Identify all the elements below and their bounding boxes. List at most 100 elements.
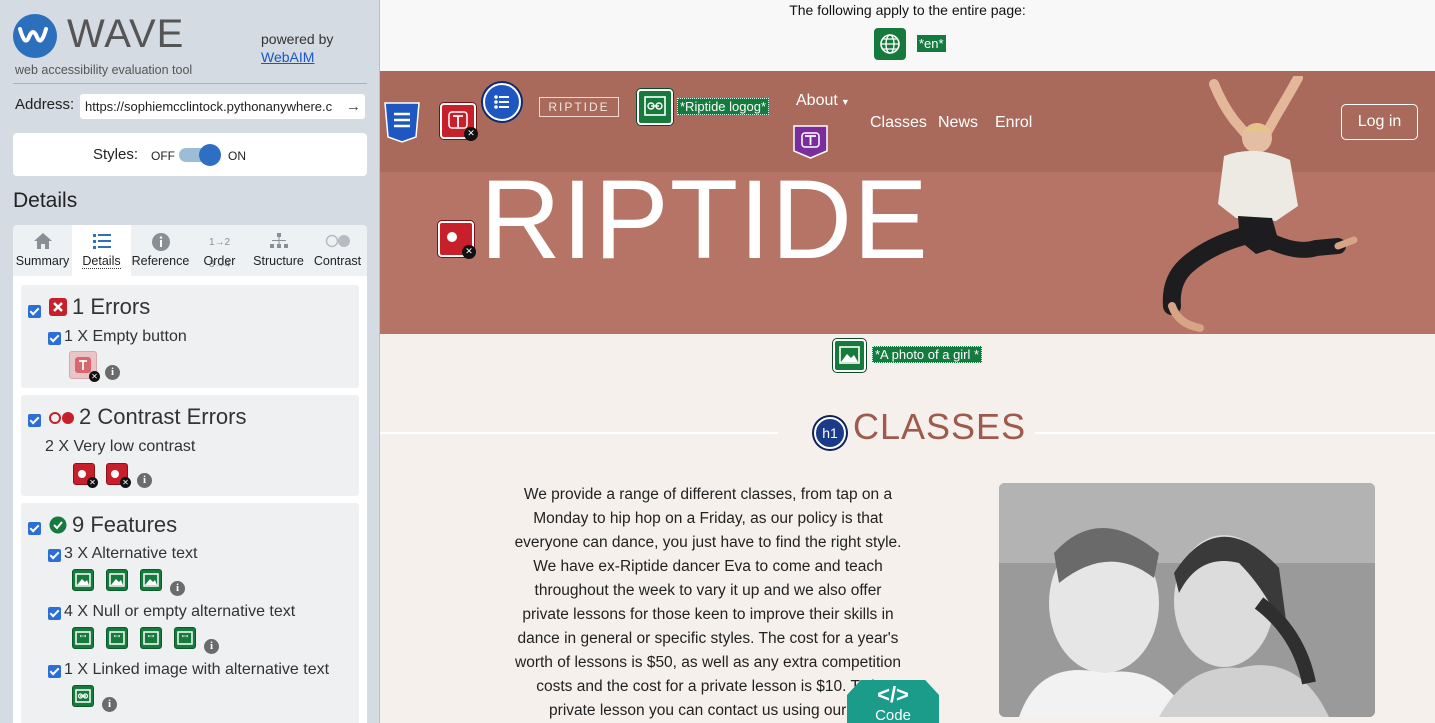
check-circle-icon — [49, 516, 67, 538]
powered-by-text: powered by — [261, 31, 334, 47]
tab-label: Structure — [253, 254, 304, 268]
wave-logo-icon — [13, 14, 57, 58]
address-input[interactable]: https://sophiemcclintock.pythonanywhere.… — [80, 94, 365, 119]
svg-text:"": "" — [113, 634, 120, 643]
errors-checkbox[interactable] — [28, 305, 41, 318]
caret-down-icon: ▼ — [840, 97, 850, 107]
error-icon — [49, 298, 67, 316]
close-icon: ✕ — [89, 371, 100, 382]
page-preview: The following apply to the entire page: … — [380, 0, 1435, 723]
null-alt-image-icon[interactable]: "" — [106, 627, 128, 649]
info-icon[interactable]: i — [204, 639, 219, 654]
wave-sidebar: WAVE web accessibility evaluation tool p… — [0, 0, 380, 723]
tab-label: Contrast — [313, 254, 362, 268]
features-group: 9 Features 3 X Alternative text i 4 X Nu… — [21, 503, 359, 723]
code-toggle-button[interactable]: </> Code — [847, 680, 939, 723]
low-contrast-label: 2 X Very low contrast — [45, 438, 196, 455]
alt-text-checkbox[interactable] — [48, 549, 61, 562]
image-icon[interactable] — [106, 569, 128, 591]
page-level-bar: The following apply to the entire page: … — [380, 0, 1435, 71]
text-line: throughout the week to vary it up and we… — [534, 582, 882, 599]
text-line: everyone can dance, you just have to fin… — [514, 534, 902, 551]
info-icon[interactable]: i — [170, 581, 185, 596]
linked-image-alt-icon[interactable] — [637, 89, 673, 125]
svg-text:"": "" — [147, 634, 154, 643]
contrast-group: 2 Contrast Errors 2 X Very low contrast … — [21, 395, 359, 496]
low-contrast-icon[interactable]: ✕ — [73, 463, 98, 488]
styles-toggle-box: Styles: OFF ON — [13, 133, 367, 176]
null-alt-checkbox[interactable] — [48, 607, 61, 620]
contrast-error-icon — [48, 410, 76, 429]
styles-on-label: ON — [228, 149, 246, 163]
h1-badge[interactable]: h1 — [814, 417, 846, 449]
tab-summary[interactable]: Summary — [13, 225, 72, 276]
tab-label: Details — [82, 254, 121, 269]
nav-about-label: About — [796, 92, 838, 109]
code-icon: </> — [877, 682, 909, 707]
info-icon[interactable]: i — [102, 697, 117, 712]
linked-image-checkbox[interactable] — [48, 665, 61, 678]
heading-rule-left — [380, 432, 778, 434]
tab-order[interactable]: 1→2 3→4 Order — [190, 225, 249, 276]
details-heading: Details — [13, 189, 78, 212]
close-icon: ✕ — [120, 477, 131, 488]
nav-news[interactable]: News — [938, 114, 978, 132]
login-button[interactable]: Log in — [1341, 104, 1418, 140]
list-structure-icon[interactable] — [483, 83, 521, 121]
contrast-checkbox[interactable] — [28, 414, 41, 427]
tab-contrast[interactable]: Contrast — [308, 225, 367, 276]
contrast-error-icon[interactable]: ✕ — [438, 221, 476, 259]
wave-logo-subtitle: web accessibility evaluation tool — [15, 63, 193, 77]
alt-text-label: 3 X Alternative text — [64, 545, 198, 562]
linked-image-label: 1 X Linked image with alternative text — [64, 661, 330, 678]
errors-group: 1 Errors 1 X Empty button ✕ i — [21, 285, 359, 388]
info-icon[interactable]: i — [137, 473, 152, 488]
nav-about-dropdown[interactable]: About ▼ — [796, 92, 850, 110]
empty-button-error-icon[interactable]: ✕ — [440, 103, 478, 141]
globe-icon[interactable] — [874, 28, 906, 60]
empty-button-checkbox[interactable] — [48, 332, 61, 345]
styles-off-label: OFF — [151, 149, 175, 163]
riptide-logo[interactable]: RIPTIDE — [539, 97, 619, 117]
low-contrast-icon[interactable]: ✕ — [106, 463, 131, 488]
image-icon[interactable] — [72, 569, 94, 591]
heading-rule-right — [1035, 432, 1435, 434]
null-alt-image-icon[interactable]: "" — [72, 627, 94, 649]
button-icon[interactable] — [792, 124, 829, 160]
null-alt-image-icon[interactable]: "" — [140, 627, 162, 649]
image-icon[interactable] — [140, 569, 162, 591]
nav-enrol[interactable]: Enrol — [995, 114, 1032, 132]
toggle-knob[interactable] — [199, 144, 221, 166]
styles-toggle[interactable] — [179, 144, 221, 166]
image-alt-icon[interactable] — [833, 339, 866, 372]
arrow-right-icon[interactable]: → — [343, 94, 361, 119]
svg-text:"": "" — [79, 634, 86, 643]
info-icon[interactable]: i — [105, 365, 120, 380]
text-line: We provide a range of different classes,… — [523, 486, 893, 503]
empty-button-icon[interactable]: ✕ — [69, 351, 100, 382]
contrast-icon — [308, 232, 367, 254]
details-panel: 1 Errors 1 X Empty button ✕ i 2 Contrast… — [13, 276, 367, 723]
address-label: Address: — [15, 96, 75, 113]
tab-structure[interactable]: Structure — [249, 225, 308, 276]
tab-reference[interactable]: Reference — [131, 225, 190, 276]
code-label: Code — [875, 707, 911, 723]
nav-classes[interactable]: Classes — [870, 114, 927, 132]
linked-image-icon[interactable] — [72, 685, 94, 707]
logo-alt-tag: *Riptide logog* — [677, 98, 770, 115]
errors-title: 1 Errors — [72, 294, 151, 319]
structure-icon — [249, 232, 308, 254]
info-icon — [131, 232, 190, 254]
features-checkbox[interactable] — [28, 522, 41, 535]
webaim-link[interactable]: WebAIM — [261, 48, 333, 66]
null-alt-image-icon[interactable]: "" — [174, 627, 196, 649]
order-icon: 1→2 3→4 — [208, 237, 231, 270]
svg-text:"": "" — [181, 634, 188, 643]
tab-details[interactable]: Details — [72, 225, 131, 276]
tab-label: Summary — [15, 254, 70, 268]
text-line: private lessons for those keen to improv… — [522, 606, 894, 623]
empty-button-label: 1 X Empty button — [64, 328, 187, 345]
text-line: worth of lessons is $50, as well as any … — [515, 654, 901, 671]
aria-region-icon[interactable] — [383, 101, 421, 143]
dancer-image — [1162, 76, 1358, 332]
